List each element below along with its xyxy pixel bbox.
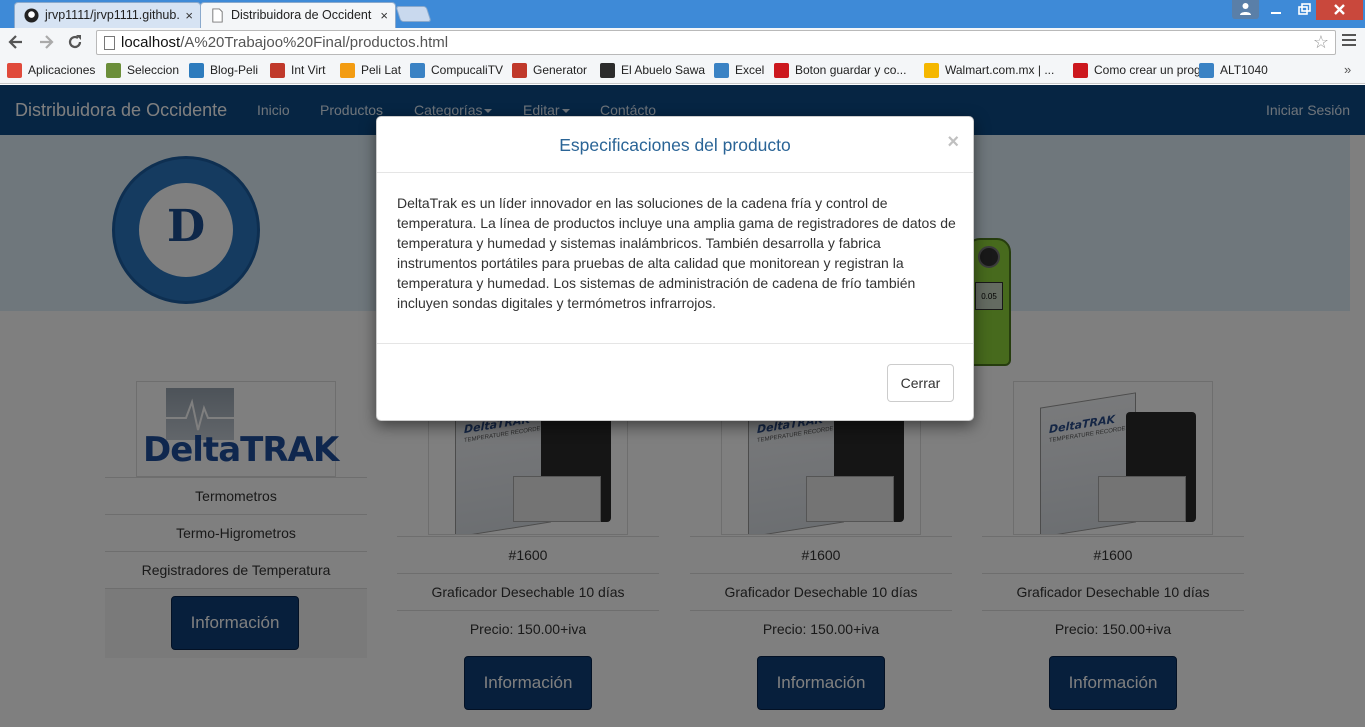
bookmark-star-icon[interactable]: ☆ — [1313, 32, 1329, 53]
bookmark-label: Peli Lat — [361, 63, 402, 77]
bookmarks-bar: » Aplicaciones Seleccion Blog-Peli Int Virt… — [0, 58, 1365, 84]
url-text: localhost/A%20Trabajoo%20Final/productos… — [121, 34, 449, 51]
bookmark-item[interactable]: Como crear un prog... — [1073, 63, 1211, 79]
bookmark-item[interactable]: CompucaliTV — [410, 63, 503, 79]
tab-title: jrvp1111/jrvp1111.github. — [45, 8, 180, 22]
page-icon — [212, 8, 223, 23]
tv-box-icon — [714, 63, 729, 78]
apps-grid-icon — [7, 63, 22, 78]
bookmark-item[interactable]: Seleccion — [106, 63, 179, 79]
bookmark-label: Seleccion — [127, 63, 180, 77]
page-viewport: Distribuidora de Occidente Inicio Produc… — [0, 85, 1365, 727]
tv-box-icon — [1199, 63, 1214, 78]
bookmark-item[interactable]: ALT1040 — [1199, 63, 1268, 79]
bookmark-item[interactable]: Generator — [512, 63, 587, 79]
blog-icon — [189, 63, 204, 78]
bookmark-item[interactable]: Excel — [714, 63, 764, 79]
browser-tab-github[interactable]: jrvp1111/jrvp1111.github. × — [14, 2, 201, 28]
bookmark-item[interactable]: Aplicaciones — [7, 63, 95, 79]
modal-header: Especificaciones del producto × — [377, 117, 973, 173]
youtube-icon — [1073, 63, 1088, 78]
blogger-icon — [340, 63, 355, 78]
reload-icon[interactable] — [65, 32, 85, 52]
bookmark-label: Excel — [735, 63, 765, 77]
image-icon — [600, 63, 615, 78]
bookmark-label: Blog-Peli — [210, 63, 259, 77]
profile-button[interactable] — [1232, 0, 1259, 19]
github-icon — [24, 8, 39, 23]
chrome-menu-icon[interactable] — [1342, 34, 1356, 48]
soccer-icon — [106, 63, 121, 78]
bookmark-label: Boton guardar y co... — [795, 63, 907, 77]
bookmark-item[interactable]: Int Virt — [270, 63, 325, 79]
new-tab-button[interactable] — [395, 6, 432, 22]
modal-body-text: DeltaTrak es un líder innovador en las s… — [397, 195, 956, 311]
bookmark-label: Int Virt — [291, 63, 326, 77]
browser-toolbar: localhost/A%20Trabajoo%20Final/productos… — [0, 28, 1365, 58]
bookmark-item[interactable]: Peli Lat — [340, 63, 401, 79]
close-tab-icon[interactable]: × — [185, 3, 193, 28]
modal-title: Especificaciones del producto — [559, 135, 791, 155]
bookmark-item[interactable]: Walmart.com.mx | ... — [924, 63, 1054, 79]
bookmark-label: Aplicaciones — [28, 63, 96, 77]
youtube-icon — [774, 63, 789, 78]
bookmarks-overflow-icon[interactable]: » — [1344, 62, 1351, 77]
bookmark-label: Generator — [533, 63, 588, 77]
browser-tab-distribuidora[interactable]: Distribuidora de Occident × — [200, 2, 396, 28]
bookmark-item[interactable]: Blog-Peli — [189, 63, 258, 79]
browser-tab-strip: jrvp1111/jrvp1111.github. × Distribuidor… — [0, 0, 1365, 28]
bookmark-label: ALT1040 — [1220, 63, 1268, 77]
tv-icon — [270, 63, 285, 78]
generator-icon — [512, 63, 527, 78]
minimize-icon[interactable] — [1262, 0, 1290, 20]
tab-title: Distribuidora de Occident — [231, 8, 372, 22]
bookmark-label: El Abuelo Sawa — [621, 63, 706, 77]
forward-arrow-icon[interactable] — [36, 32, 56, 52]
bookmark-label: CompucaliTV — [431, 63, 504, 77]
user-icon — [1240, 3, 1251, 15]
page-icon — [104, 36, 115, 50]
bookmark-item[interactable]: El Abuelo Sawa — [600, 63, 705, 79]
address-bar[interactable]: localhost/A%20Trabajoo%20Final/productos… — [96, 30, 1336, 55]
bookmark-label: Como crear un prog... — [1094, 63, 1211, 77]
modal-footer: Cerrar — [377, 343, 973, 420]
modal-close-button[interactable]: Cerrar — [887, 364, 954, 402]
bookmark-item[interactable]: Boton guardar y co... — [774, 63, 906, 79]
back-arrow-icon[interactable] — [6, 32, 26, 52]
close-tab-icon[interactable]: × — [380, 3, 388, 28]
tv-box-icon — [410, 63, 425, 78]
restore-icon[interactable] — [1290, 0, 1318, 20]
product-spec-modal: Especificaciones del producto × DeltaTra… — [376, 116, 974, 421]
bookmark-label: Walmart.com.mx | ... — [945, 63, 1055, 77]
walmart-icon — [924, 63, 939, 78]
close-icon[interactable]: × — [947, 131, 959, 154]
close-window-icon[interactable] — [1316, 0, 1363, 20]
